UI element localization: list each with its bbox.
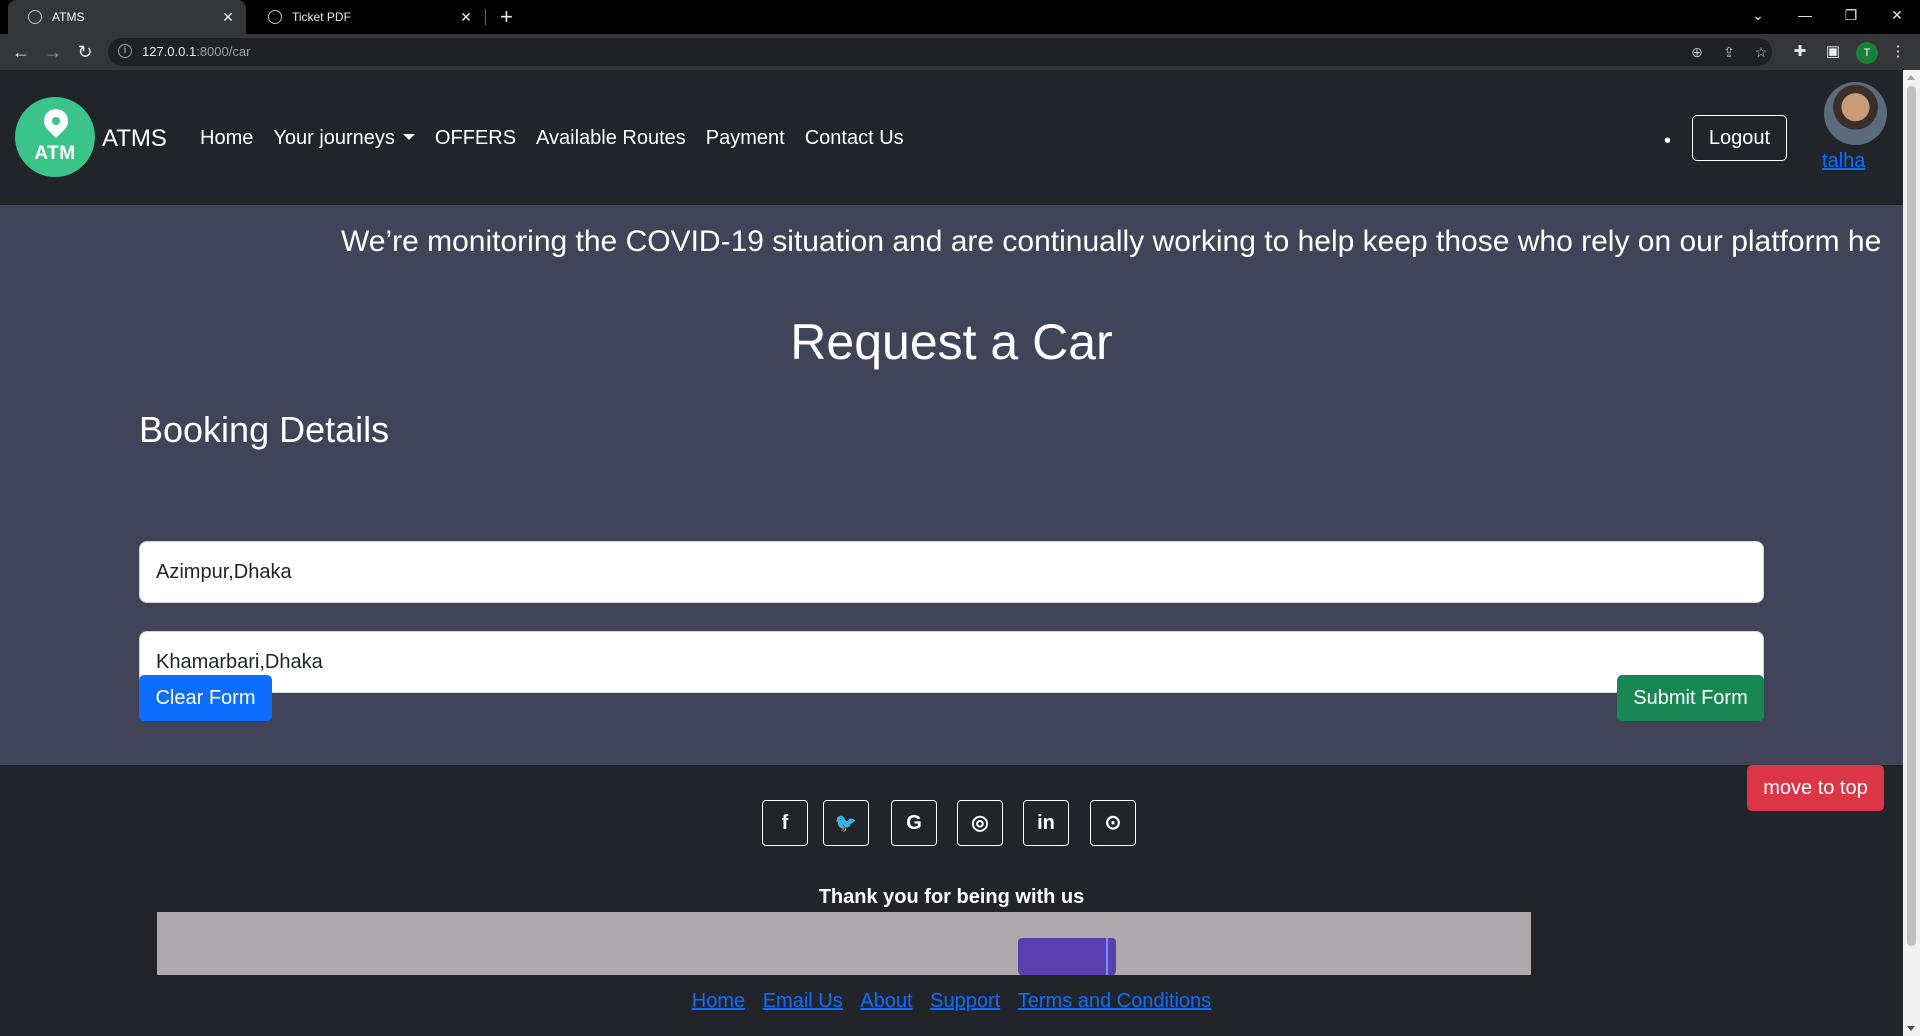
globe-icon [268,10,282,24]
pickup-location-input[interactable] [139,541,1764,603]
scroll-up-icon[interactable] [1907,75,1915,80]
brand-name[interactable]: ATMS [102,125,167,153]
site-info-icon[interactable]: i [118,44,132,58]
page-title: Request a Car [790,314,1113,370]
footer-thanks: Thank you for being with us [818,886,1085,908]
back-icon[interactable]: ← [9,40,33,64]
site-footer: f 🐦 G ◎ in ⊙ Thank you for being with us… [0,765,1903,1036]
restore-button[interactable]: ❐ [1828,0,1874,30]
logout-button[interactable]: Logout [1692,115,1787,161]
tab-title: ATMS [52,10,85,24]
site-navbar: ATM ATMS Home Your journeys OFFERS Avail… [0,70,1903,205]
twitter-icon[interactable]: 🐦 [823,800,869,846]
close-tab-icon[interactable]: ✕ [458,9,474,26]
bookmark-star-icon[interactable]: ☆ [1752,44,1770,60]
browser-tab-atms[interactable]: ATMS ✕ [8,0,246,34]
footer-link-about[interactable]: About [860,990,912,1012]
covid-marquee: We’re monitoring the COVID-19 situation … [341,225,1882,258]
logo-text: ATM [34,143,76,164]
new-tab-button[interactable]: + [500,4,513,30]
request-car-section: We’re monitoring the COVID-19 situation … [0,205,1903,765]
footer-link-email-us[interactable]: Email Us [763,990,843,1012]
browser-tab-ticket-pdf[interactable]: Ticket PDF ✕ [248,0,484,34]
zoom-icon[interactable]: ⊕ [1688,44,1706,60]
tab-separator [485,9,486,25]
facebook-icon[interactable]: f [762,800,808,846]
close-window-button[interactable]: ✕ [1874,0,1920,30]
dropdown-caret-icon [402,134,415,140]
browser-toolbar: ← → ↻ i 127.0.0.1:8000/car ⊕ ⇪ ☆ ✚ ▣ ⋮ [0,34,1920,70]
nav-link-home[interactable]: Home [200,127,253,150]
reload-icon[interactable]: ↻ [73,40,97,64]
nav-link-payment[interactable]: Payment [706,127,785,150]
footer-link-home[interactable]: Home [692,990,745,1012]
nav-link-contact-us[interactable]: Contact Us [805,127,904,150]
globe-icon [28,10,42,24]
browser-tab-strip: ATMS ✕ Ticket PDF ✕ + ⌄ — ❐ ✕ [0,0,1920,34]
submit-form-button[interactable]: Submit Form [1617,675,1764,721]
linkedin-icon[interactable]: in [1023,800,1069,846]
footer-banner [157,912,1531,975]
clear-form-button[interactable]: Clear Form [139,675,272,721]
nav-dot: • [1664,130,1672,152]
site-logo[interactable]: ATM [15,97,95,177]
instagram-icon[interactable]: ◎ [957,800,1003,846]
scroll-down-icon[interactable] [1907,1026,1915,1031]
map-pin-icon [39,104,73,138]
extensions-icon[interactable]: ✚ [1788,40,1812,64]
destination-input[interactable] [139,631,1764,693]
tab-title: Ticket PDF [292,10,351,24]
footer-link-support[interactable]: Support [930,990,1000,1012]
side-panel-icon[interactable]: ▣ [1821,40,1845,64]
tab-search-icon[interactable]: ⌄ [1735,0,1781,30]
address-bar[interactable]: i 127.0.0.1:8000/car ⊕ ⇪ ☆ [108,38,1772,66]
close-tab-icon[interactable]: ✕ [220,9,236,26]
banner-block [1018,938,1116,975]
footer-links: Home Email Us About Support Terms and Co… [0,990,1903,1013]
footer-link-terms[interactable]: Terms and Conditions [1018,990,1211,1012]
booking-details-heading: Booking Details [139,409,390,450]
nav-link-your-journeys[interactable]: Your journeys [273,127,415,150]
github-icon[interactable]: ⊙ [1090,800,1136,846]
user-avatar[interactable] [1824,82,1887,145]
move-to-top-button[interactable]: move to top [1747,765,1884,811]
google-icon[interactable]: G [891,800,937,846]
browser-menu-icon[interactable]: ⋮ [1886,40,1910,64]
nav-link-label: Your journeys [273,127,395,149]
nav-link-available-routes[interactable]: Available Routes [536,127,686,150]
forward-icon[interactable]: → [41,40,65,64]
username-link[interactable]: talha [1822,150,1865,173]
page-scrollbar[interactable] [1903,70,1920,1036]
scrollbar-thumb[interactable] [1907,86,1916,946]
page-viewport: ATM ATMS Home Your journeys OFFERS Avail… [0,70,1903,1036]
profile-avatar[interactable]: T [1856,42,1878,64]
nav-link-offers[interactable]: OFFERS [435,127,516,150]
share-icon[interactable]: ⇪ [1720,44,1738,60]
nav-links: Home Your journeys OFFERS Available Rout… [200,127,924,150]
minimize-button[interactable]: — [1782,0,1828,30]
url-text: 127.0.0.1:8000/car [142,44,251,59]
